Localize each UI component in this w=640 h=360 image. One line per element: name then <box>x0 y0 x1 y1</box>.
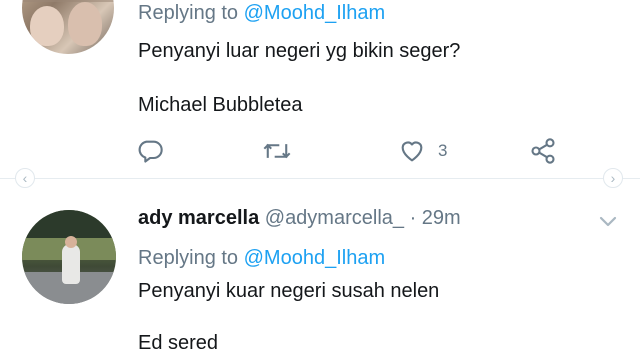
tweet-text-line: Penyanyi luar negeri yg bikin seger? <box>138 40 461 62</box>
chevron-left-icon: ‹ <box>22 170 28 186</box>
scroll-left-button[interactable]: ‹ <box>15 168 35 188</box>
display-name[interactable]: ady marcella <box>138 207 259 229</box>
reply-icon <box>138 140 163 163</box>
like-button[interactable]: 3 <box>398 136 447 166</box>
replying-to-handle-link[interactable]: @Moohd_Ilham <box>244 247 385 269</box>
tweet-text-line: Michael Bubbletea <box>138 94 303 116</box>
tweet-text-line: Penyanyi kuar negeri susah nelen <box>138 280 440 302</box>
retweet-icon <box>263 143 291 159</box>
tweet-divider <box>0 178 640 179</box>
reply-button[interactable] <box>136 136 164 166</box>
replying-to: Replying to @Moohd_Ilham <box>138 247 385 270</box>
handle-and-time: @adymarcella_ · 29m <box>259 207 461 229</box>
scroll-right-button[interactable]: › <box>603 168 623 188</box>
tweet-text-line: Ed sered <box>138 332 219 354</box>
replying-to-label: Replying to <box>138 2 244 24</box>
tweet-actions: 3 <box>0 136 640 166</box>
like-count: 3 <box>438 141 448 160</box>
chevron-right-icon: › <box>610 170 616 186</box>
avatar[interactable] <box>22 210 116 304</box>
replying-to-label: Replying to <box>138 247 244 269</box>
retweet-button[interactable] <box>262 136 292 166</box>
tweet-2[interactable]: ady marcella @adymarcella_ · 29m Replyin… <box>0 192 640 360</box>
share-icon <box>531 138 555 164</box>
tweet-1[interactable]: Replying to @Moohd_Ilham Penyanyi luar n… <box>0 0 640 178</box>
tweet-header: ady marcella @adymarcella_ · 29m <box>138 207 461 230</box>
share-button[interactable] <box>528 136 558 166</box>
replying-to-handle-link[interactable]: @Moohd_Ilham <box>244 2 385 24</box>
avatar[interactable] <box>22 0 114 54</box>
replying-to: Replying to @Moohd_Ilham <box>138 2 385 25</box>
chevron-down-icon[interactable] <box>596 212 620 232</box>
like-icon <box>401 141 423 162</box>
